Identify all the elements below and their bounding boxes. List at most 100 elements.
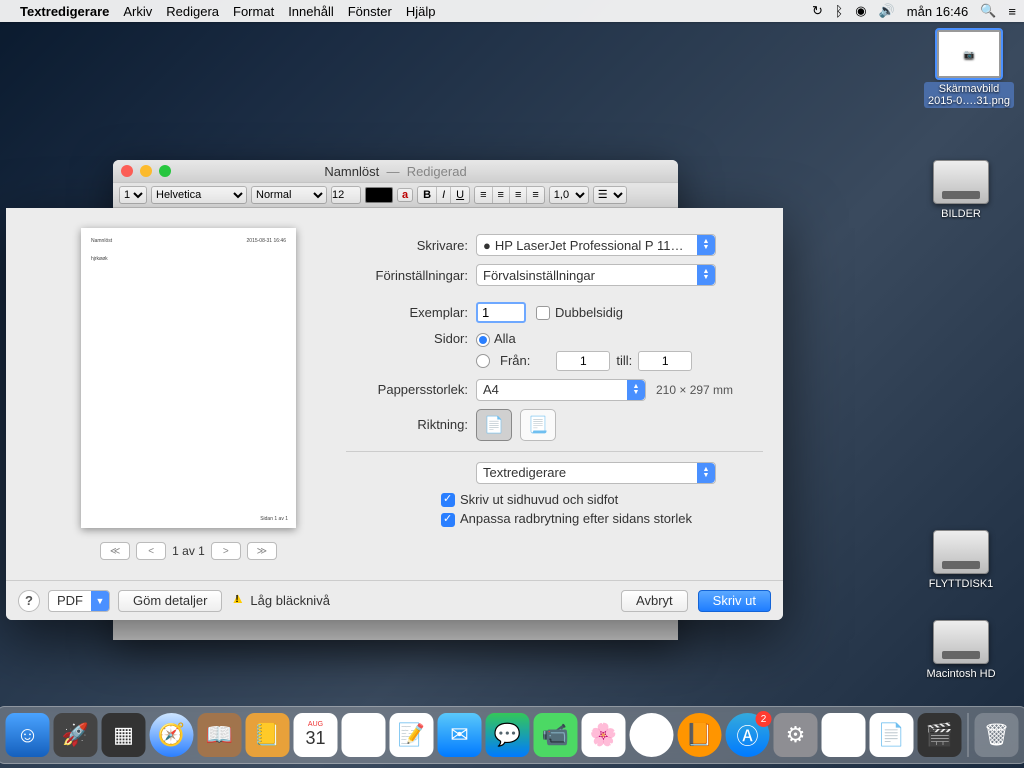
dock-itunes[interactable]: ♫ xyxy=(630,713,674,757)
bluetooth-icon[interactable]: ᛒ xyxy=(835,3,843,19)
menu-redigera[interactable]: Redigera xyxy=(166,4,219,19)
print-dialog: Namnlöst2015-08-31 16:46 hjrkøøk Sidan 1… xyxy=(6,208,783,620)
pages-label: Sidor: xyxy=(346,331,476,346)
orientation-landscape-button[interactable]: 📃 xyxy=(520,409,556,441)
align-left-button[interactable]: ≡ xyxy=(475,187,491,203)
next-page-button[interactable]: > xyxy=(211,542,241,560)
dock-mission-control[interactable]: ▦ xyxy=(102,713,146,757)
pages-range-radio[interactable] xyxy=(476,354,490,368)
dropdown-arrows-icon: ▲▼ xyxy=(697,235,715,255)
page-navigator: ≪ < 1 av 1 > ≫ xyxy=(46,542,331,560)
app-menu[interactable]: Textredigerare xyxy=(20,4,109,19)
clock[interactable]: mån 16:46 xyxy=(907,4,968,19)
window-titlebar[interactable]: Namnlöst — Redigerad xyxy=(113,160,678,182)
dock-openoffice[interactable]: 🕊 xyxy=(822,713,866,757)
dock-appstore[interactable]: Ⓐ2 xyxy=(726,713,770,757)
pages-from-input[interactable] xyxy=(556,351,610,371)
dock: ☺ 🚀 ▦ 🧭 📖 📒 AUG31 ☑ 📝 ✉ 💬 📹 🌸 ♫ 📙 Ⓐ2 ⚙ 🕊… xyxy=(0,706,1024,764)
prev-page-button[interactable]: < xyxy=(136,542,166,560)
align-right-button[interactable]: ≡ xyxy=(509,187,526,203)
dock-notes[interactable]: 📝 xyxy=(390,713,434,757)
styles-select[interactable]: 1 ▾ xyxy=(119,186,147,204)
presets-select[interactable]: Förvalsinställningar ▲▼ xyxy=(476,264,716,286)
app-options-select[interactable]: Textredigerare ▲▼ xyxy=(476,462,716,484)
first-page-button[interactable]: ≪ xyxy=(100,542,130,560)
spotlight-icon[interactable]: 🔍 xyxy=(980,3,996,19)
rewrap-checkbox[interactable] xyxy=(441,513,455,527)
dock-launchpad[interactable]: 🚀 xyxy=(54,713,98,757)
warning-icon xyxy=(230,593,246,609)
volume-icon[interactable]: 🔊 xyxy=(879,3,895,19)
dock-mail[interactable]: ✉ xyxy=(438,713,482,757)
time-machine-icon[interactable]: ↻ xyxy=(812,3,823,19)
menu-format[interactable]: Format xyxy=(233,4,274,19)
desktop-screenshot-file[interactable]: 📷 Skärmavbild 2015-0….31.png xyxy=(924,30,1014,108)
external-drive-icon xyxy=(933,160,989,204)
dock-facetime[interactable]: 📹 xyxy=(534,713,578,757)
printer-label: Skrivare: xyxy=(346,238,476,253)
dock-system-preferences[interactable]: ⚙ xyxy=(774,713,818,757)
line-spacing-select[interactable]: 1,0 xyxy=(549,186,589,204)
dock-finder[interactable]: ☺ xyxy=(6,713,50,757)
dock-dictionary[interactable]: 📖 xyxy=(198,713,242,757)
zoom-button[interactable] xyxy=(159,165,171,177)
dock-textedit[interactable]: 📄 xyxy=(870,713,914,757)
paper-size-label: Pappersstorlek: xyxy=(346,382,476,397)
dock-ibooks[interactable]: 📙 xyxy=(678,713,722,757)
dock-separator xyxy=(968,713,969,757)
pages-all-radio[interactable] xyxy=(476,333,490,347)
drive-macintosh-hd[interactable]: Macintosh HD xyxy=(916,620,1006,680)
dock-messages[interactable]: 💬 xyxy=(486,713,530,757)
format-toolbar: 1 ▾ Helvetica Normal a B I U ≡ ≡ ≡ ≡ 1,0… xyxy=(113,182,678,208)
underline-button[interactable]: U xyxy=(450,187,469,203)
low-ink-warning: Låg bläcknivå xyxy=(250,593,330,608)
font-size-input[interactable] xyxy=(331,186,361,204)
list-style-select[interactable]: ☰ ▾ xyxy=(593,186,627,204)
menu-arkiv[interactable]: Arkiv xyxy=(123,4,152,19)
notification-center-icon[interactable]: ≡ xyxy=(1008,4,1016,19)
dock-trash[interactable]: 🗑 xyxy=(975,713,1019,757)
cancel-button[interactable]: Avbryt xyxy=(621,590,688,612)
internal-drive-icon xyxy=(933,620,989,664)
bold-button[interactable]: B xyxy=(418,187,436,203)
wifi-icon[interactable]: ◉ xyxy=(855,3,866,19)
pages-to-input[interactable] xyxy=(638,351,692,371)
dock-safari[interactable]: 🧭 xyxy=(150,713,194,757)
align-justify-button[interactable]: ≡ xyxy=(526,187,543,203)
drive-bilder[interactable]: BILDER xyxy=(916,160,1006,220)
copies-input[interactable] xyxy=(476,302,526,323)
menu-hjalp[interactable]: Hjälp xyxy=(406,4,436,19)
font-family-select[interactable]: Helvetica xyxy=(151,186,247,204)
text-color-swatch[interactable] xyxy=(365,187,393,203)
paper-size-select[interactable]: A4 ▲▼ xyxy=(476,379,646,401)
drive-flyttdisk[interactable]: FLYTTDISK1 xyxy=(916,530,1006,590)
print-button[interactable]: Skriv ut xyxy=(698,590,771,612)
align-center-button[interactable]: ≡ xyxy=(492,187,509,203)
last-page-button[interactable]: ≫ xyxy=(247,542,277,560)
pdf-menu-button[interactable]: PDF▼ xyxy=(48,590,110,612)
portrait-icon: 📄 xyxy=(484,415,504,435)
dock-calendar[interactable]: AUG31 xyxy=(294,713,338,757)
pages-from-label: Från: xyxy=(500,353,530,368)
printer-select[interactable]: ●HP LaserJet Professional P 11… ▲▼ xyxy=(476,234,716,256)
dock-imovie[interactable]: 🎬 xyxy=(918,713,962,757)
font-style-select[interactable]: Normal xyxy=(251,186,327,204)
orientation-portrait-button[interactable]: 📄 xyxy=(476,409,512,441)
menu-fonster[interactable]: Fönster xyxy=(348,4,392,19)
dock-reminders[interactable]: ☑ xyxy=(342,713,386,757)
thumbnail-icon: 📷 xyxy=(937,30,1001,78)
two-sided-checkbox[interactable] xyxy=(536,306,550,320)
menu-innehall[interactable]: Innehåll xyxy=(288,4,334,19)
dock-photos[interactable]: 🌸 xyxy=(582,713,626,757)
help-button[interactable]: ? xyxy=(18,590,40,612)
italic-button[interactable]: I xyxy=(436,187,450,203)
header-footer-checkbox[interactable] xyxy=(441,493,455,507)
text-color-a-icon[interactable]: a xyxy=(397,188,413,202)
minimize-button[interactable] xyxy=(140,165,152,177)
page-preview: Namnlöst2015-08-31 16:46 hjrkøøk Sidan 1… xyxy=(81,228,296,528)
dock-contacts[interactable]: 📒 xyxy=(246,713,290,757)
external-drive-icon xyxy=(933,530,989,574)
close-button[interactable] xyxy=(121,165,133,177)
print-dialog-bottom-bar: ? PDF▼ Göm detaljer Låg bläcknivå Avbryt… xyxy=(6,580,783,620)
hide-details-button[interactable]: Göm detaljer xyxy=(118,590,222,612)
